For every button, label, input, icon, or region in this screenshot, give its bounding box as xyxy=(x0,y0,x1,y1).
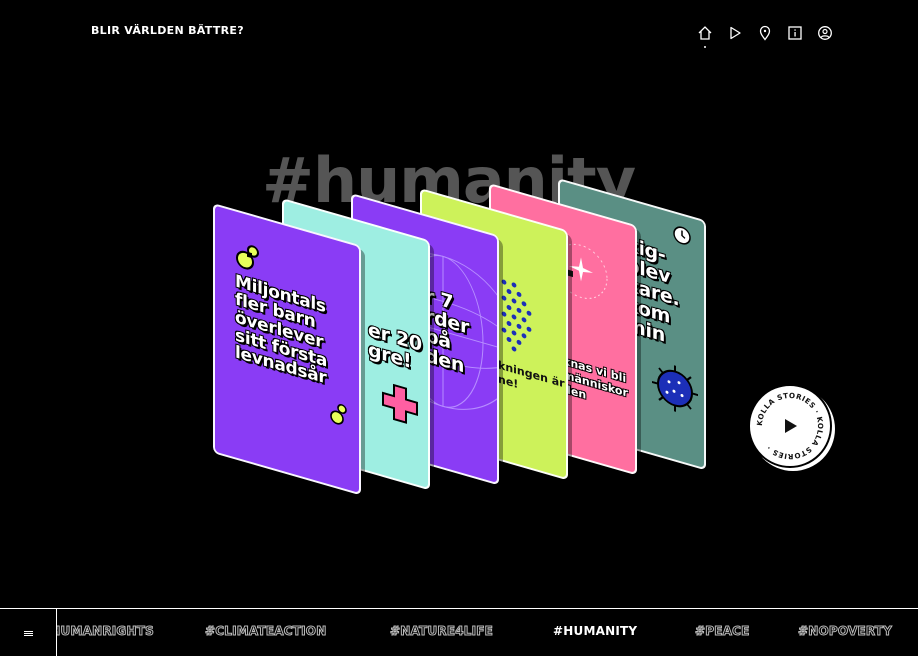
hashtag-item[interactable]: #CLIMATEACTION xyxy=(204,624,326,639)
card-headline: er 20 gre! xyxy=(368,318,422,374)
hashtag-item[interactable]: #NOPOVERTY xyxy=(797,624,892,639)
card-subtext: knas vi bli människor den xyxy=(563,354,628,402)
story-card-stack: kig- blev kare. kom min knas vi bli männ… xyxy=(0,0,918,600)
play-icon xyxy=(785,419,797,433)
card-headline: r 7 rder på den xyxy=(425,284,470,378)
hashtag-item[interactable]: #NATURE4LIFE xyxy=(389,624,493,639)
pacifier-icon xyxy=(330,403,347,425)
hamburger-icon xyxy=(23,630,33,636)
story-card[interactable]: Miljontals fler barn överlever sitt förs… xyxy=(213,203,361,496)
kolla-stories-button[interactable]: KOLLA STORIES · KOLLA STORIES · xyxy=(748,384,832,468)
card-headline: Miljontals fler barn överlever sitt förs… xyxy=(235,271,327,389)
hashtag-item[interactable]: #PEACE xyxy=(695,624,750,639)
menu-button[interactable] xyxy=(0,609,57,656)
card-subtext: kningen är ne! xyxy=(498,358,565,391)
clock-icon xyxy=(673,226,691,245)
virus-icon xyxy=(652,365,698,412)
hashtag-item[interactable]: #HUMANRIGHTS xyxy=(40,624,155,639)
hashtag-item-active[interactable]: #HUMANITY xyxy=(553,624,637,638)
plus-icon xyxy=(382,383,418,424)
dotted-globe-icon xyxy=(501,279,532,352)
hashtag-bar: #HUMANRIGHTS #CLIMATEACTION #NATURE4LIFE… xyxy=(0,608,918,656)
pacifier-icon xyxy=(236,245,259,270)
